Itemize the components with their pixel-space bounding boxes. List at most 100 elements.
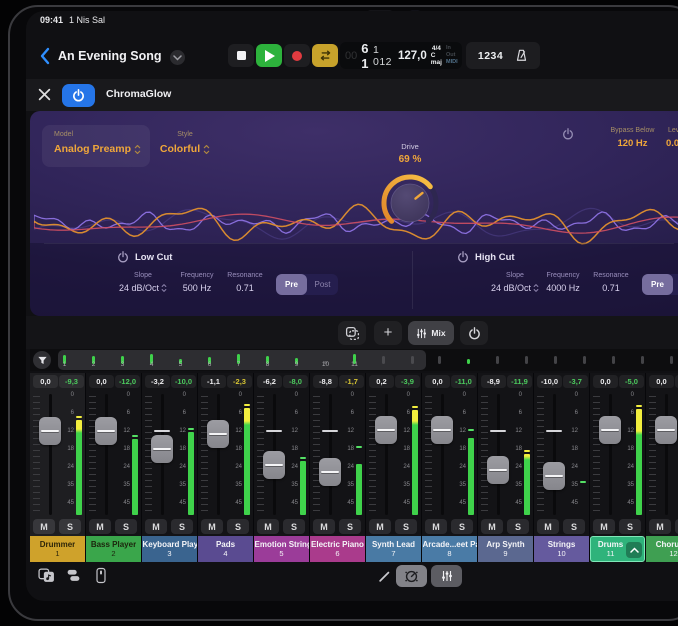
pre-button[interactable]: Pre: [642, 274, 673, 295]
mixer-power-button[interactable]: [460, 321, 488, 345]
track-label[interactable]: Drummer1: [30, 536, 85, 562]
mute-button[interactable]: M: [33, 519, 55, 534]
track-label[interactable]: Strings10: [534, 536, 589, 562]
low-cut-power-icon[interactable]: [117, 251, 129, 263]
high-cut-power-icon[interactable]: [457, 251, 469, 263]
record-button[interactable]: [284, 44, 310, 67]
count-in-button[interactable]: 1234: [478, 50, 503, 62]
mix-view-button[interactable]: Mix: [408, 321, 454, 345]
mute-button[interactable]: M: [481, 519, 503, 534]
solo-button[interactable]: S: [115, 519, 137, 534]
controls-view-button[interactable]: [396, 565, 427, 587]
track-label[interactable]: Drums11: [590, 536, 645, 562]
stop-button[interactable]: [228, 44, 254, 67]
fader-db-value[interactable]: -8,8: [313, 375, 338, 388]
solo-button[interactable]: S: [619, 519, 641, 534]
play-surface-icon[interactable]: [96, 567, 106, 589]
fader-handle[interactable]: [263, 451, 285, 479]
fader-handle[interactable]: [543, 462, 565, 490]
fader-db-value[interactable]: 0,0: [593, 375, 618, 388]
mute-button[interactable]: M: [145, 519, 167, 534]
mute-button[interactable]: M: [593, 519, 615, 534]
post-button[interactable]: Post: [307, 274, 338, 295]
fader-handle[interactable]: [431, 416, 453, 444]
lcd-display[interactable]: 00 6 1 1 012 127,0 4/4 C maj In Out MIDI: [340, 42, 462, 69]
high-cut-resonance[interactable]: Resonance 0.71: [579, 272, 643, 293]
channel-number: 3: [115, 361, 131, 368]
cycle-button[interactable]: [312, 44, 338, 67]
solo-button[interactable]: S: [283, 519, 305, 534]
fader-handle[interactable]: [487, 456, 509, 484]
fader-handle[interactable]: [319, 458, 341, 486]
style-selector[interactable]: Style Colorful: [152, 125, 218, 155]
fader-db-value[interactable]: -8,9: [481, 375, 506, 388]
mute-button[interactable]: M: [649, 519, 671, 534]
play-button[interactable]: [256, 44, 282, 67]
faders-view-button[interactable]: [431, 565, 462, 587]
knob-face[interactable]: [391, 184, 429, 222]
loop-browser-icon[interactable]: [38, 568, 55, 588]
low-cut-resonance[interactable]: Resonance 0.71: [213, 272, 277, 293]
plugins-stack-icon[interactable]: [66, 568, 81, 588]
plugin-power-button[interactable]: [62, 84, 95, 107]
track-label[interactable]: Chorus V12: [646, 536, 678, 562]
song-title[interactable]: An Evening Song: [58, 49, 161, 63]
filter-button[interactable]: [33, 351, 51, 369]
fader-handle[interactable]: [375, 416, 397, 444]
mute-button[interactable]: M: [313, 519, 335, 534]
solo-button[interactable]: S: [451, 519, 473, 534]
channel-overview-ruler[interactable]: 1234567891011: [30, 349, 678, 371]
stack-collapse-button[interactable]: [626, 542, 642, 558]
fader-db-value[interactable]: -10,0: [537, 375, 562, 388]
track-label[interactable]: Bass Player2: [86, 536, 141, 562]
drive-knob[interactable]: [378, 171, 442, 235]
solo-button[interactable]: S: [395, 519, 417, 534]
back-chevron-icon[interactable]: [38, 47, 52, 65]
track-label[interactable]: Arcade...eet Pad8: [422, 536, 477, 562]
pre-button[interactable]: Pre: [276, 274, 307, 295]
track-label[interactable]: Keyboard Player3: [142, 536, 197, 562]
fader-handle[interactable]: [151, 435, 173, 463]
solo-button[interactable]: S: [563, 519, 585, 534]
track-label[interactable]: Emotion Strings5: [254, 536, 309, 562]
mute-button[interactable]: M: [369, 519, 391, 534]
model-selector[interactable]: Model Analog Preamp: [42, 125, 150, 167]
track-label[interactable]: Synth Lead7: [366, 536, 421, 562]
solo-button[interactable]: S: [171, 519, 193, 534]
mute-button[interactable]: M: [425, 519, 447, 534]
fader-handle[interactable]: [95, 417, 117, 445]
level-control[interactable]: Level 0.0: [664, 127, 678, 149]
mute-button[interactable]: M: [537, 519, 559, 534]
fader-db-value[interactable]: 0,0: [649, 375, 674, 388]
track-label[interactable]: Arp Synth9: [478, 536, 533, 562]
fader-db-value[interactable]: -3,2: [145, 375, 170, 388]
fader-handle[interactable]: [39, 417, 61, 445]
fader-db-value[interactable]: 0,2: [369, 375, 394, 388]
fader-db-value[interactable]: -1,1: [201, 375, 226, 388]
pencil-edit-icon[interactable]: [378, 570, 391, 588]
song-dropdown-button[interactable]: [170, 50, 185, 65]
mute-button[interactable]: M: [89, 519, 111, 534]
scale-label: 18: [172, 446, 186, 452]
mute-button[interactable]: M: [257, 519, 279, 534]
fader-handle[interactable]: [207, 420, 229, 448]
track-label[interactable]: Electric Piano6: [310, 536, 365, 562]
fader-db-value[interactable]: -6,2: [257, 375, 282, 388]
fader-handle[interactable]: [599, 416, 621, 444]
close-plugin-button[interactable]: [38, 88, 52, 102]
bypass-power-icon[interactable]: [562, 128, 574, 140]
post-button[interactable]: Post: [673, 274, 678, 295]
fader-handle[interactable]: [655, 416, 677, 444]
duplicate-button[interactable]: [338, 321, 366, 345]
fader-db-value[interactable]: 0,0: [33, 375, 58, 388]
fader-db-value[interactable]: 0,0: [425, 375, 450, 388]
add-track-button[interactable]: +: [374, 321, 402, 345]
track-label[interactable]: Pads4: [198, 536, 253, 562]
metronome-icon[interactable]: [515, 49, 528, 62]
solo-button[interactable]: S: [339, 519, 361, 534]
solo-button[interactable]: S: [227, 519, 249, 534]
solo-button[interactable]: S: [507, 519, 529, 534]
solo-button[interactable]: S: [59, 519, 81, 534]
mute-button[interactable]: M: [201, 519, 223, 534]
fader-db-value[interactable]: 0,0: [89, 375, 114, 388]
